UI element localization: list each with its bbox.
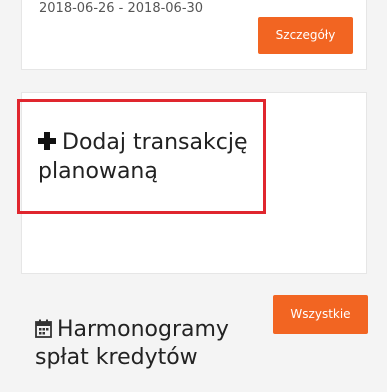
date-range-card: 2018-06-26 - 2018-06-30 Szczegóły [21, 0, 367, 70]
add-planned-transaction-label: Dodaj transakcję planowaną [38, 130, 248, 184]
loan-schedules-label: Harmonogramy spłat kredytów [35, 317, 229, 370]
plus-icon [38, 132, 56, 150]
date-range-text: 2018-06-26 - 2018-06-30 [39, 1, 204, 16]
loan-schedules-section: Wszystkie Harmonogramy spłat kredytów [21, 292, 368, 392]
show-all-button[interactable]: Wszystkie [273, 295, 368, 334]
add-planned-transaction-link[interactable]: Dodaj transakcję planowaną [38, 128, 268, 186]
loan-schedules-title: Harmonogramy spłat kredytów [35, 316, 255, 372]
calendar-icon [35, 319, 52, 338]
planned-transaction-card: Dodaj transakcję planowaną [17, 92, 367, 274]
details-button[interactable]: Szczegóły [258, 17, 353, 54]
